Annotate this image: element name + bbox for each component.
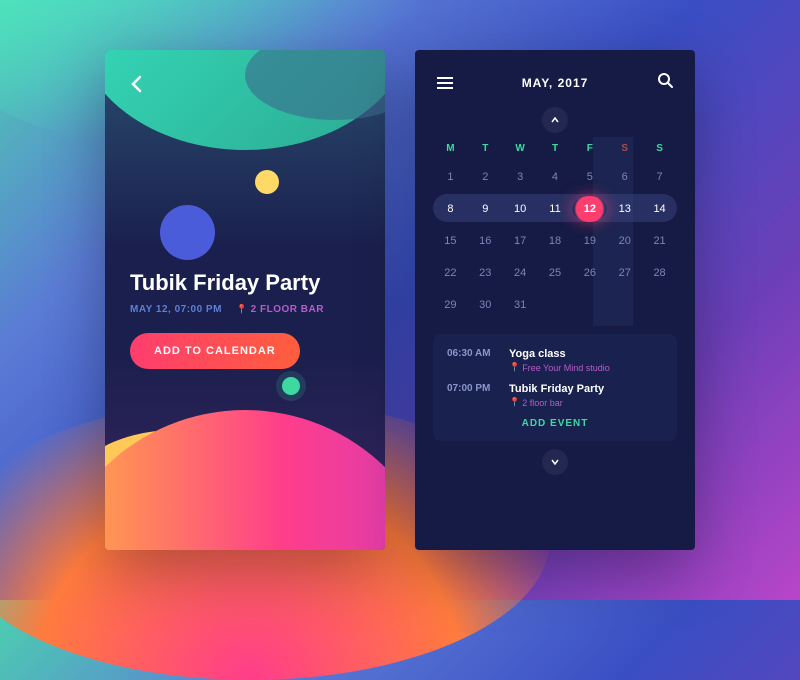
event-row[interactable]: 06:30 AM Yoga class 📍Free Your Mind stud… (447, 348, 663, 373)
calendar-day[interactable]: 25 (538, 260, 573, 286)
calendar-day[interactable]: 1 (433, 164, 468, 190)
calendar-screen: MAY, 2017 M T W T F S S 1234567891011121… (415, 50, 695, 550)
calendar-day[interactable]: 15 (433, 228, 468, 254)
calendar-day[interactable]: 29 (433, 292, 468, 318)
calendar-grid: 1234567891011121314151617181920212223242… (415, 160, 695, 326)
pin-icon: 📍 (509, 362, 520, 373)
add-event-button[interactable]: ADD EVENT (447, 418, 663, 429)
event-place: 📍Free Your Mind studio (509, 362, 663, 373)
calendar-day[interactable]: 10 (503, 196, 538, 222)
event-place: 📍2 floor bar (509, 397, 663, 408)
calendar-day[interactable]: 23 (468, 260, 503, 286)
pin-icon: 📍 (236, 304, 248, 315)
decorative-circle (160, 205, 215, 260)
calendar-day[interactable]: 28 (642, 260, 677, 286)
pin-icon: 📍 (509, 397, 520, 408)
event-name: Tubik Friday Party (509, 383, 663, 395)
event-location-text: 2 FLOOR BAR (251, 304, 324, 315)
calendar-day[interactable]: 3 (503, 164, 538, 190)
calendar-day[interactable]: 21 (642, 228, 677, 254)
weekday-label: M (433, 143, 468, 154)
calendar-day[interactable]: 16 (468, 228, 503, 254)
calendar-day[interactable]: 5 (572, 164, 607, 190)
weekday-label: W (503, 143, 538, 154)
event-row[interactable]: 07:00 PM Tubik Friday Party 📍2 floor bar (447, 383, 663, 408)
add-to-calendar-button[interactable]: ADD TO CALENDAR (130, 333, 300, 369)
calendar-day[interactable]: 13 (607, 196, 642, 222)
calendar-day[interactable]: 2 (468, 164, 503, 190)
calendar-day[interactable]: 6 (607, 164, 642, 190)
month-label: MAY, 2017 (522, 76, 589, 90)
menu-icon[interactable] (437, 77, 453, 89)
weekday-label: T (538, 143, 573, 154)
chevron-left-icon (130, 75, 142, 93)
event-datetime: MAY 12, 07:00 PM (130, 304, 222, 315)
calendar-day[interactable]: 14 (642, 196, 677, 222)
calendar-day (572, 292, 607, 318)
calendar-day[interactable]: 30 (468, 292, 503, 318)
event-time: 06:30 AM (447, 348, 499, 373)
calendar-day (538, 292, 573, 318)
calendar-day[interactable]: 9 (468, 196, 503, 222)
calendar-day[interactable]: 19 (572, 228, 607, 254)
calendar-day[interactable]: 27 (607, 260, 642, 286)
calendar-day[interactable]: 31 (503, 292, 538, 318)
calendar-day[interactable]: 22 (433, 260, 468, 286)
calendar-day[interactable]: 18 (538, 228, 573, 254)
prev-month-button[interactable] (542, 107, 568, 133)
event-name: Yoga class (509, 348, 663, 360)
calendar-day[interactable]: 17 (503, 228, 538, 254)
calendar-day (607, 292, 642, 318)
day-events-panel: 06:30 AM Yoga class 📍Free Your Mind stud… (433, 334, 677, 441)
calendar-day[interactable]: 20 (607, 228, 642, 254)
calendar-day[interactable]: 4 (538, 164, 573, 190)
event-location: 📍 2 FLOOR BAR (236, 304, 324, 315)
weekday-header: M T W T F S S (415, 137, 695, 160)
weekday-label: S (642, 143, 677, 154)
next-section-button[interactable] (542, 449, 568, 475)
calendar-day[interactable]: 8 (433, 196, 468, 222)
event-time: 07:00 PM (447, 383, 499, 408)
weekday-label: T (468, 143, 503, 154)
calendar-day[interactable]: 24 (503, 260, 538, 286)
calendar-day[interactable]: 7 (642, 164, 677, 190)
calendar-day (642, 292, 677, 318)
decorative-circle (255, 170, 279, 194)
calendar-day[interactable]: 26 (572, 260, 607, 286)
event-detail-screen: Tubik Friday Party MAY 12, 07:00 PM 📍 2 … (105, 50, 385, 550)
chevron-up-icon (551, 117, 559, 123)
event-title: Tubik Friday Party (130, 270, 360, 296)
decorative-circle (282, 377, 300, 395)
back-button[interactable] (130, 75, 142, 99)
calendar-day[interactable]: 11 (538, 196, 573, 222)
search-icon[interactable] (657, 72, 673, 93)
chevron-down-icon (551, 459, 559, 465)
